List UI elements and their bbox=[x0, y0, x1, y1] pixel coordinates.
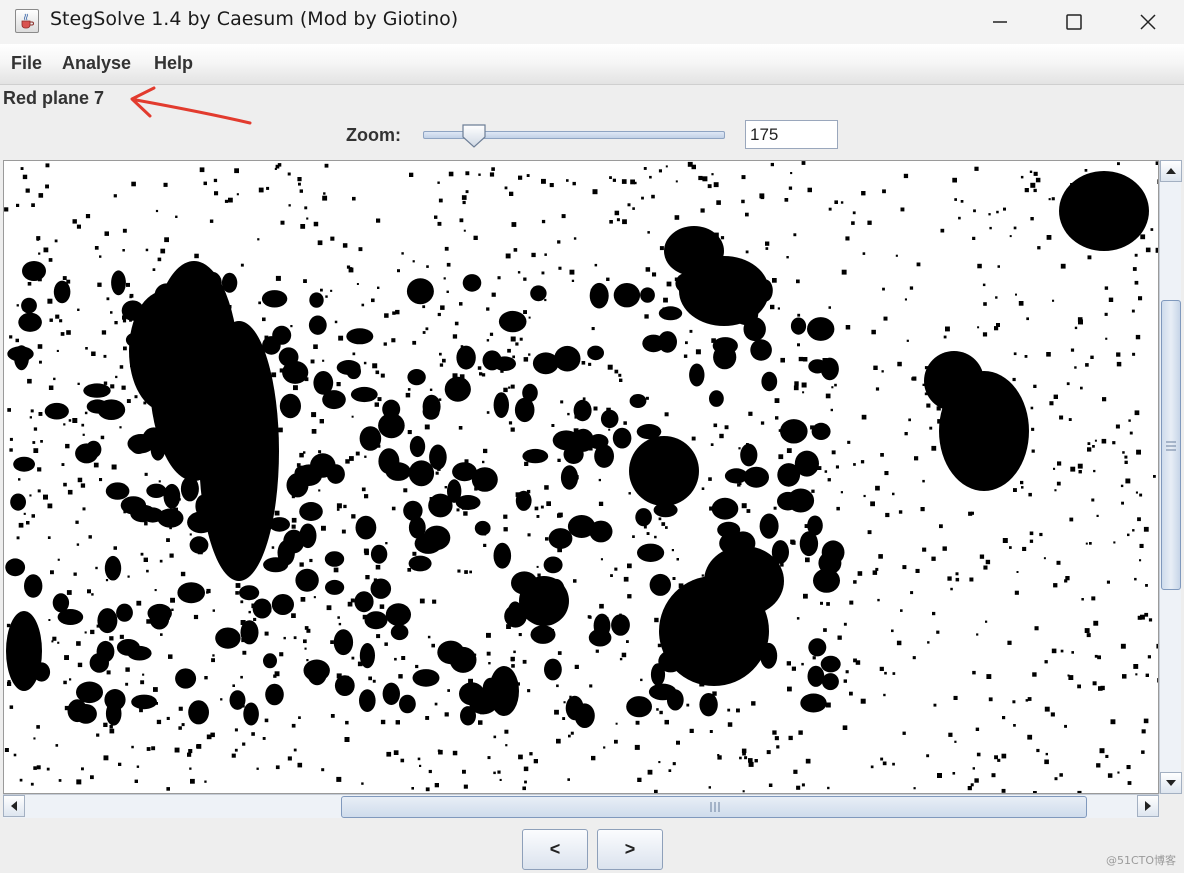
scroll-down-button[interactable] bbox=[1160, 772, 1182, 794]
java-cup-icon bbox=[15, 9, 39, 33]
scroll-right-button[interactable] bbox=[1137, 795, 1159, 817]
red-arrow-icon bbox=[130, 86, 252, 125]
triangle-up-icon bbox=[1166, 168, 1176, 174]
plane-label: Red plane 7 bbox=[3, 88, 105, 108]
grip-icon bbox=[710, 802, 720, 812]
menu-analyse[interactable]: Analyse bbox=[62, 53, 131, 74]
menu-bar: File Analyse Help bbox=[0, 44, 1184, 85]
vertical-scrollbar[interactable] bbox=[1159, 160, 1182, 794]
minimize-button[interactable] bbox=[972, 4, 1028, 40]
zoom-label: Zoom: bbox=[346, 125, 401, 145]
triangle-down-icon bbox=[1166, 780, 1176, 786]
title-bar: StegSolve 1.4 by Caesum (Mod by Giotino) bbox=[0, 0, 1184, 44]
horizontal-scroll-thumb[interactable] bbox=[341, 796, 1087, 818]
grip-icon bbox=[1166, 441, 1176, 451]
image-viewport bbox=[3, 160, 1159, 794]
menu-file[interactable]: File bbox=[11, 53, 42, 74]
watermark: @51CTO博客 bbox=[1106, 854, 1177, 867]
close-button[interactable] bbox=[1120, 4, 1176, 40]
horizontal-scrollbar[interactable] bbox=[3, 794, 1159, 818]
triangle-right-icon bbox=[1145, 801, 1151, 811]
triangle-left-icon bbox=[11, 801, 17, 811]
close-icon bbox=[1140, 14, 1156, 30]
window-title: StegSolve 1.4 by Caesum (Mod by Giotino) bbox=[50, 8, 459, 30]
zoom-input[interactable] bbox=[745, 120, 838, 149]
previous-plane-button[interactable]: < bbox=[522, 829, 588, 870]
vertical-scroll-thumb[interactable] bbox=[1161, 300, 1181, 590]
scroll-up-button[interactable] bbox=[1160, 160, 1182, 182]
zoom-slider-thumb[interactable] bbox=[461, 123, 487, 149]
bit-plane-image bbox=[4, 161, 1158, 793]
maximize-button[interactable] bbox=[1046, 4, 1102, 40]
scroll-left-button[interactable] bbox=[3, 795, 25, 817]
next-plane-button[interactable]: > bbox=[597, 829, 663, 870]
menu-help[interactable]: Help bbox=[154, 53, 193, 74]
minimize-icon bbox=[993, 21, 1007, 23]
maximize-icon bbox=[1066, 14, 1082, 30]
